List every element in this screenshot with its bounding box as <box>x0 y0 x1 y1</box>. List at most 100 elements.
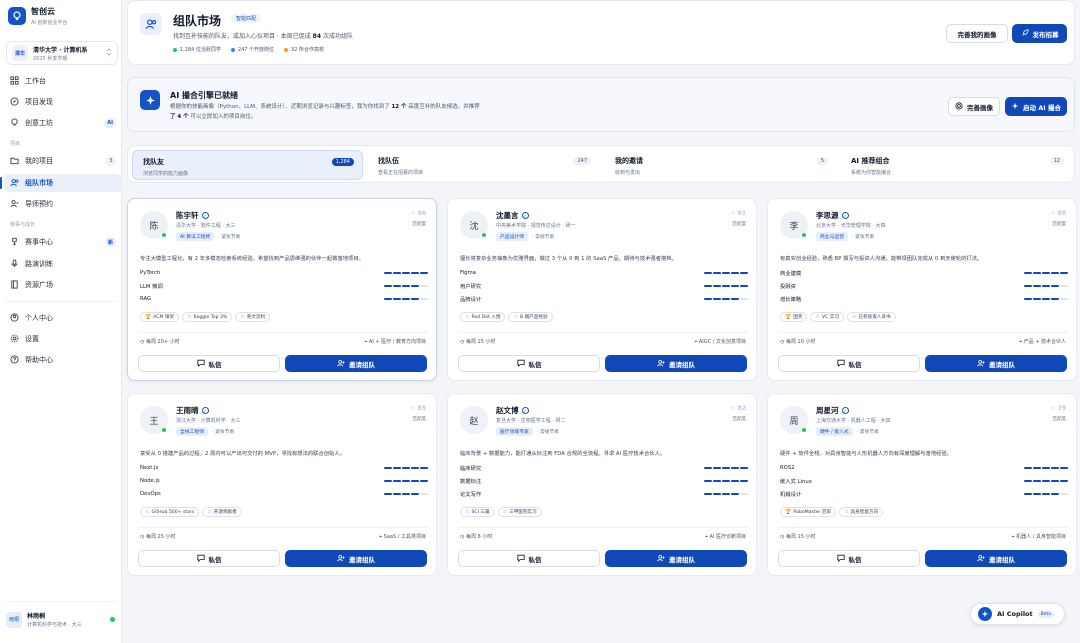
member-name-row: 王雨晴 ✓ <box>176 405 209 416</box>
tab-ai-combos[interactable]: AI 推荐组合 系统为你智能撮合 12 <box>841 150 1072 180</box>
weekly-hours: ◷ 每周 25 小时 <box>140 534 176 540</box>
invite-button[interactable]: 邀请组队 <box>605 550 747 567</box>
teammate-card[interactable]: 王 王雨晴 ✓ 浙江大学 · 计算机科学 · 大三 全栈工程师 · 紧张节奏 ✧… <box>127 393 437 576</box>
skill-level-segment <box>411 480 419 482</box>
skill-level-segment <box>420 467 428 469</box>
message-button[interactable]: 私信 <box>458 550 600 567</box>
member-name-row: 沈墨言 ✓ <box>496 210 529 221</box>
complete-profile-button[interactable]: 完善我的画像 <box>946 24 1008 43</box>
skill-level-segment <box>731 480 739 482</box>
invite-button[interactable]: 邀请组队 <box>285 355 427 372</box>
achievement-list: ☆ Red Dot 入围 ☆ B 端产品经验 <box>460 312 553 322</box>
skill-level-bar <box>384 467 428 469</box>
invite-button[interactable]: 邀请组队 <box>925 355 1067 372</box>
tab-find-teams[interactable]: 找队伍 查看正在招募的项目 247 <box>368 150 599 180</box>
role-tag: 医疗领域专家 <box>496 427 533 436</box>
badge-label: RoboMaster 冠军 <box>793 510 832 515</box>
nav-settings[interactable]: 设置 <box>4 330 122 348</box>
badge-label: VC 实习 <box>821 315 839 320</box>
message-button[interactable]: 私信 <box>138 550 280 567</box>
logo-icon <box>8 7 26 25</box>
card-divider <box>138 527 428 528</box>
nav-help[interactable]: 帮助中心 <box>4 351 122 369</box>
tab-find-teammates[interactable]: 找队友 浏览同学的能力画像 1,284 <box>132 150 363 180</box>
start-ai-match-button[interactable]: 启动 AI 撮合 <box>1005 97 1067 116</box>
clock-icon: ◷ <box>140 339 145 345</box>
post-recruit-button[interactable]: 发布招募 <box>1012 24 1067 43</box>
interest-area: ⌖ 产品 + 技术合伙人 <box>1019 339 1066 345</box>
member-name-row: 赵文博 ✓ <box>496 405 529 416</box>
nav-events[interactable]: 赛事中心 新 <box>4 233 122 251</box>
skill-level-segment <box>713 298 721 300</box>
skill-level-segment <box>1024 467 1032 469</box>
skill-level-segment <box>713 285 721 287</box>
skill-name: 临床研究 <box>460 466 482 472</box>
star-icon: ☆ <box>513 314 518 320</box>
invite-button[interactable]: 邀请组队 <box>605 355 747 372</box>
ai-match-banner: AI 撮合引擎已就绪 根据你的技能画像（Python、LLM、系统设计）、近期浏… <box>127 77 1075 132</box>
interest-area: ⌖ SaaS / 工具类项目 <box>379 534 426 540</box>
page-title: 组队市场 <box>173 14 222 28</box>
clock-icon: ◷ <box>780 339 785 345</box>
member-name-row: 李思源 ✓ <box>816 210 849 221</box>
message-button[interactable]: 私信 <box>138 355 280 372</box>
skill-name: PyTorch <box>140 270 161 276</box>
achievement-badge: ☆ 已有投资人背书 <box>846 312 896 322</box>
nav-resources[interactable]: 资源广场 <box>4 276 122 294</box>
sparkle-icon: ✧ <box>730 210 736 217</box>
nav-discover[interactable]: 项目发现 <box>4 93 122 111</box>
org-switcher[interactable]: 清华 清华大学 · 计算机系 2025 秋季学期 <box>6 41 118 65</box>
invite-button[interactable]: 邀请组队 <box>285 550 427 567</box>
user-profile[interactable]: 雨桐 林雨桐 计算机科学与技术 · 大三 <box>6 611 118 628</box>
teammate-card[interactable]: 沈 沈墨言 ✓ 中央美术学院 · 视觉传达设计 · 研一 产品设计师 · 常规节… <box>447 198 757 381</box>
nav-section-project: 项目 <box>10 141 21 147</box>
achievement-badge: ☆ 具身智能方向 <box>839 507 884 517</box>
org-name: 清华大学 · 计算机系 <box>33 46 88 54</box>
teammate-card[interactable]: 陈 陈宇轩 ✓ 清华大学 · 软件工程 · 大三 AI 算法工程师 · 紧张节奏… <box>127 198 437 381</box>
pin-icon: ⌖ <box>364 339 368 345</box>
complete-persona-button[interactable]: 完善画像 <box>948 97 1000 116</box>
nav-label: 导师预约 <box>25 200 53 208</box>
card-divider <box>778 332 1068 333</box>
achievement-badge: ☆ VC 实习 <box>810 312 844 322</box>
invite-button[interactable]: 邀请组队 <box>925 550 1067 567</box>
tab-sub: 系统为你智能撮合 <box>851 170 892 176</box>
nav-workspace[interactable]: 工作台 <box>4 72 122 90</box>
user-plus-icon <box>337 359 345 369</box>
skill-name: Node.js <box>140 478 160 484</box>
skill-level-bar <box>704 285 748 287</box>
match-value: ✧ 96 <box>410 210 426 217</box>
nav-pitch[interactable]: 路演训练 <box>4 255 122 273</box>
skill-row: 嵌入式 Linux <box>780 476 1068 486</box>
brand[interactable]: 智创云 AI 创新创业平台 <box>8 6 68 26</box>
badge-label: 国奖 <box>793 315 803 320</box>
nav-label: 赛事中心 <box>25 238 53 246</box>
skill-level-segment <box>402 493 410 495</box>
star-icon: ☆ <box>465 509 470 515</box>
nav-workshop[interactable]: 创意工坊 AI <box>4 114 122 132</box>
nav-profile[interactable]: 个人中心 <box>4 309 122 327</box>
user-plus-icon <box>977 359 985 369</box>
pin-icon: ⌖ <box>705 534 708 540</box>
teammate-card[interactable]: 李 李思源 ✓ 北京大学 · 光华管理学院 · 大四 商业与运营 · 紧张节奏 … <box>767 198 1077 381</box>
message-button[interactable]: 私信 <box>778 355 920 372</box>
achievement-list: 🏆 RoboMaster 冠军 ☆ 具身智能方向 <box>780 507 884 517</box>
clock-icon: ◷ <box>460 339 465 345</box>
nav-my-projects[interactable]: 我的项目 3 <box>4 152 122 170</box>
role-tag: AI 算法工程师 <box>176 232 215 241</box>
teammate-card[interactable]: 周 周星河 ✓ 上海交通大学 · 机器人工程 · 大四 硬件 / 嵌入式 · 紧… <box>767 393 1077 576</box>
ai-copilot-button[interactable]: AI Copilot Beta <box>970 603 1065 625</box>
skill-level-bar <box>1024 493 1068 495</box>
nav-team-market[interactable]: 组队市场 <box>0 174 122 192</box>
grid-icon <box>10 75 19 87</box>
skill-level-segment <box>1033 493 1041 495</box>
tab-count: 12 <box>1049 157 1064 165</box>
member-school: 北京大学 · 光华管理学院 · 大四 <box>816 223 886 229</box>
nav-mentor[interactable]: 导师预约 <box>4 195 122 213</box>
message-button[interactable]: 私信 <box>458 355 600 372</box>
message-button[interactable]: 私信 <box>778 550 920 567</box>
teammate-card[interactable]: 赵 赵文博 ✓ 复旦大学 · 生物医学工程 · 研二 医疗领域专家 · 常规节奏… <box>447 393 757 576</box>
skill-level-segment <box>1033 285 1041 287</box>
match-value: ✧ 91 <box>730 210 746 217</box>
tab-my-invites[interactable]: 我的邀请 收到与发出 5 <box>605 150 836 180</box>
